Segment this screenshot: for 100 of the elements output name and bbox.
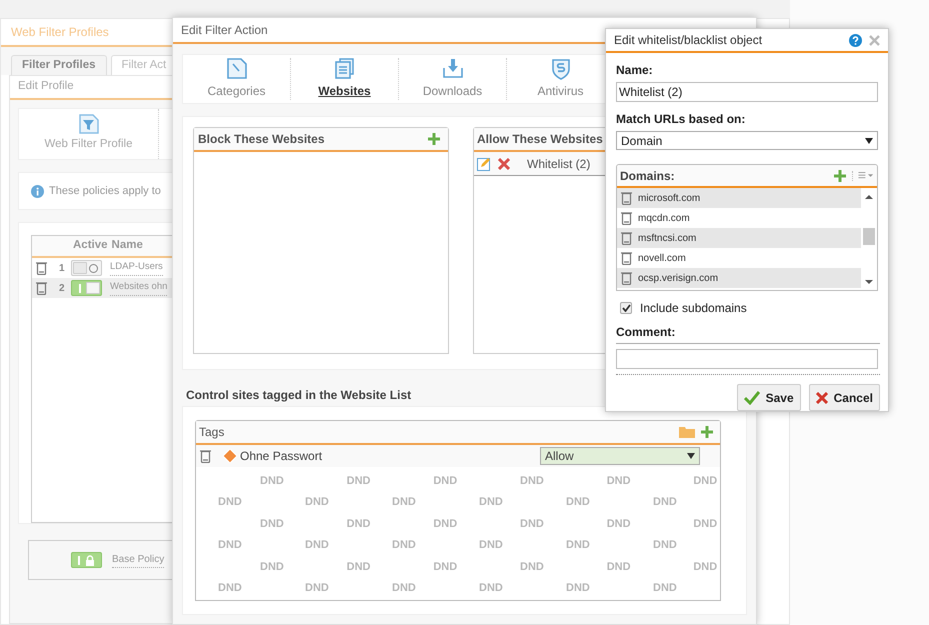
tab[interactable]: Websites	[291, 58, 399, 100]
tag-icon	[223, 449, 237, 463]
trash-icon[interactable]	[621, 251, 632, 265]
name-field[interactable]: Whitelist (2)	[616, 82, 878, 102]
list-title: Domains:	[620, 168, 675, 184]
trash-icon[interactable]	[621, 231, 632, 245]
drop-hint: DND	[606, 560, 632, 574]
cancel-button[interactable]: Cancel	[808, 384, 880, 411]
drop-hint: DND	[218, 538, 243, 553]
drop-hint: DND	[566, 495, 591, 510]
checkbox[interactable]	[620, 302, 632, 314]
trash-icon[interactable]	[36, 281, 47, 295]
drop-hint: DND	[346, 474, 372, 488]
trash-icon[interactable]	[36, 261, 47, 275]
action-select[interactable]: Allow	[540, 447, 700, 465]
panel-title: Edit Profile	[18, 79, 74, 94]
list-title: Tags	[199, 424, 224, 441]
toggle-switch[interactable]	[71, 260, 102, 276]
drop-hint: DND	[260, 560, 285, 574]
drop-hint: DND	[392, 581, 417, 596]
check-icon	[622, 304, 630, 312]
drop-hint: DND	[433, 560, 458, 574]
drop-hint: DND	[346, 516, 372, 532]
drop-hint: DND	[479, 495, 504, 510]
list-title: Block These Websites	[198, 131, 324, 148]
match-select[interactable]: Domain	[616, 131, 878, 150]
trash-icon[interactable]	[621, 191, 632, 205]
column-header: Active	[73, 238, 108, 254]
delete-icon[interactable]	[498, 158, 510, 170]
domain-item[interactable]: novell.com	[638, 250, 686, 266]
tab[interactable]: Categories	[183, 58, 291, 100]
drop-hint: DND	[606, 474, 632, 488]
drop-hint: DND	[392, 538, 417, 553]
field-label: Match URLs based on:	[616, 111, 746, 128]
save-button[interactable]: Save	[736, 384, 801, 411]
comment-field[interactable]	[616, 349, 878, 369]
drop-hint: DND	[566, 581, 591, 596]
domain-item[interactable]: msftncsi.com	[638, 230, 696, 246]
add-icon[interactable]	[701, 426, 713, 438]
drop-hint: DND	[346, 560, 372, 574]
row-number: 1	[59, 262, 66, 276]
dropdown-arrow-icon	[687, 453, 695, 459]
checkmark-icon	[744, 390, 760, 404]
drop-hint: DND	[520, 516, 545, 532]
dropdown-arrow-icon	[865, 138, 873, 144]
shield-icon	[550, 58, 570, 80]
drop-hint: DND	[653, 538, 678, 553]
edit-icon[interactable]	[477, 156, 491, 170]
add-icon[interactable]	[428, 133, 440, 145]
drop-hint: DND	[693, 560, 718, 574]
list-item[interactable]: Whitelist (2)	[527, 154, 590, 172]
drop-hint: DND	[260, 516, 285, 532]
toggle-switch[interactable]	[71, 552, 102, 568]
toggle-switch[interactable]	[71, 280, 102, 296]
drop-hint: DND	[305, 581, 330, 596]
info-text: These policies apply to	[49, 184, 161, 199]
documents-icon	[334, 58, 354, 79]
drop-hint: DND	[218, 495, 243, 510]
trash-icon[interactable]	[621, 211, 632, 225]
list-menu-icon[interactable]	[852, 170, 874, 180]
checkbox-label: Include subdomains	[640, 300, 747, 317]
drop-hint: DND	[520, 474, 545, 488]
drop-hint: DND	[606, 516, 632, 532]
window-title: Web Filter Profiles	[11, 24, 109, 41]
field-label: Name:	[616, 62, 654, 79]
drop-hint: DND	[392, 495, 417, 510]
list-title: Allow These Websites	[477, 131, 603, 148]
domain-item[interactable]: microsoft.com	[638, 190, 700, 206]
drop-hint: DND	[693, 516, 718, 532]
close-icon	[816, 392, 828, 404]
folder-icon[interactable]	[679, 426, 695, 438]
drop-hint: DND	[520, 560, 545, 574]
drop-hint: DND	[305, 538, 330, 553]
drop-hint: DND	[433, 516, 458, 532]
help-icon[interactable]	[849, 34, 862, 46]
trash-icon[interactable]	[200, 449, 211, 463]
field-label: Comment:	[616, 323, 880, 344]
drop-hint: DND	[479, 581, 504, 596]
drop-hint: DND	[260, 474, 285, 488]
trash-icon[interactable]	[621, 271, 632, 285]
document-icon	[226, 58, 246, 79]
drop-hint: DND	[693, 474, 718, 488]
drop-hint: DND	[653, 495, 678, 510]
lock-icon	[85, 554, 95, 566]
section-heading: Control sites tagged in the Website List	[186, 387, 412, 404]
tag-name: Ohne Passwort	[240, 448, 324, 465]
row-number: 2	[59, 282, 66, 296]
drop-hint: DND	[653, 581, 678, 596]
domain-item[interactable]: mqcdn.com	[638, 210, 690, 226]
drop-hint: DND	[479, 538, 504, 553]
dialog-title: Edit whitelist/blacklist object	[614, 32, 762, 49]
column-header: Name	[112, 238, 143, 254]
download-icon	[442, 58, 462, 78]
add-icon[interactable]	[834, 170, 846, 182]
drop-hint: DND	[218, 581, 243, 596]
window-title: Edit Filter Action	[181, 22, 268, 39]
tab[interactable]: Downloads	[399, 58, 507, 100]
info-icon	[31, 184, 44, 198]
drop-hint: DND	[566, 538, 591, 553]
close-icon[interactable]	[869, 34, 880, 46]
